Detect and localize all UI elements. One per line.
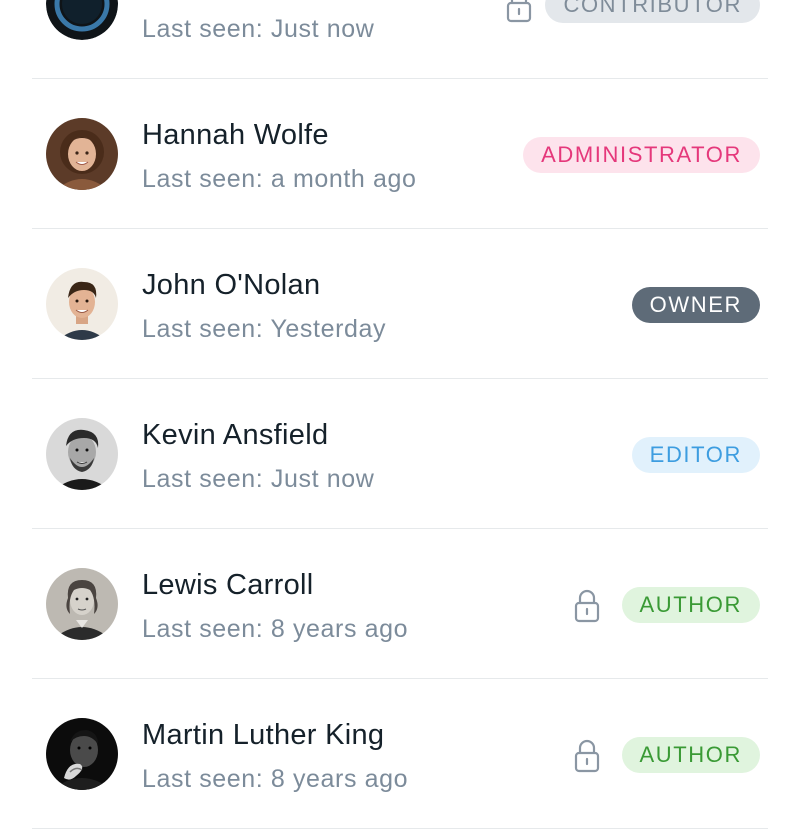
user-row[interactable]: Kevin Ansfield Last seen: Just now EDITO… xyxy=(32,379,768,529)
user-avatar xyxy=(46,118,118,190)
user-avatar xyxy=(46,268,118,340)
user-avatar xyxy=(46,718,118,790)
user-row[interactable]: Martin Luther King Last seen: 8 years ag… xyxy=(32,679,768,829)
user-name: Martin Luther King xyxy=(142,719,385,751)
role-badge: AUTHOR xyxy=(621,737,760,773)
user-row[interactable]: Hannah Wolfe Last seen: a month ago ADMI… xyxy=(32,79,768,229)
staff-user-list: Last seen: Just now CONTRIBUTOR Hannah W… xyxy=(0,0,800,829)
user-last-seen: Last seen: Just now xyxy=(142,15,375,43)
role-badge: ADMINISTRATOR xyxy=(523,137,760,173)
role-badge: AUTHOR xyxy=(621,587,760,623)
user-last-seen: Last seen: Yesterday xyxy=(142,315,387,343)
user-row[interactable]: John O'Nolan Last seen: Yesterday OWNER xyxy=(32,229,768,379)
user-last-seen: Last seen: 8 years ago xyxy=(142,615,409,643)
user-avatar xyxy=(46,418,118,490)
role-badge: CONTRIBUTOR xyxy=(545,0,760,23)
lock-icon xyxy=(506,0,532,23)
user-row[interactable]: Lewis Carroll Last seen: 8 years ago AUT… xyxy=(32,529,768,679)
user-name: Hannah Wolfe xyxy=(142,119,329,151)
user-avatar xyxy=(46,0,118,40)
user-avatar xyxy=(46,568,118,640)
user-name: Kevin Ansfield xyxy=(142,419,329,451)
user-row[interactable]: Last seen: Just now CONTRIBUTOR xyxy=(32,0,768,79)
user-last-seen: Last seen: 8 years ago xyxy=(142,765,409,793)
user-last-seen: Last seen: a month ago xyxy=(142,165,417,193)
role-badge: EDITOR xyxy=(631,437,760,473)
lock-icon xyxy=(574,589,600,623)
user-last-seen: Last seen: Just now xyxy=(142,465,375,493)
user-name: John O'Nolan xyxy=(142,269,321,301)
role-badge: OWNER xyxy=(631,287,760,323)
user-name: Lewis Carroll xyxy=(142,569,314,601)
lock-icon xyxy=(574,739,600,773)
